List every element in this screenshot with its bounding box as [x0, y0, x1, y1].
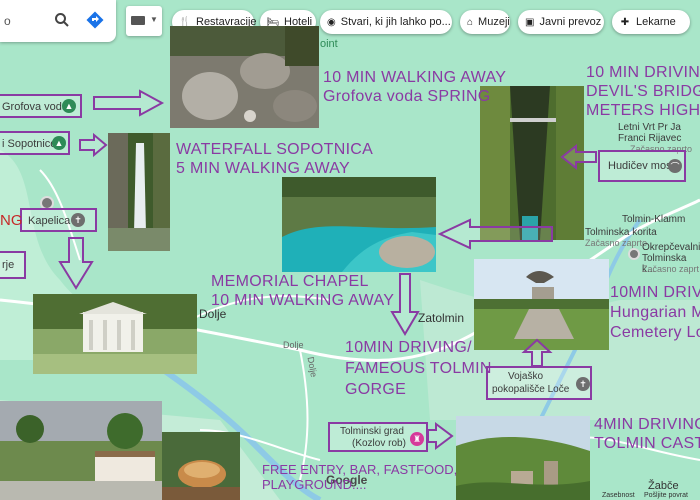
cemetery-annotation-line2: Hungarian M — [610, 304, 700, 321]
castle-annotation-line2: TOLMIN CASTL — [594, 435, 700, 452]
map-canvas[interactable]: o ▼ 🍴 Restavracije 🛏 Hoteli ◉ Stvari, ki jih … — [0, 0, 700, 500]
free-entry-line2: PLAYGROUND.... — [262, 477, 367, 492]
free-entry-annotation: FREE ENTRY, BAR, FASTFOOD, PLAYGROUND...… — [262, 462, 457, 492]
spring-annotation-line1: 10 MIN WALKING AWAY — [323, 69, 507, 86]
cemetery-annotation: 10MIN DRIV Hungarian M Cemetery Lo — [610, 283, 700, 343]
gorge-annotation-line1: 10MIN DRIVING/ — [345, 339, 472, 356]
gorge-annotation-line3: GORGE — [345, 381, 407, 398]
arrow-to-waterfall — [79, 132, 108, 158]
spring-annotation: 10 MIN WALKING AWAY Grofova voda SPRING — [323, 68, 506, 106]
bridge-annotation-line2: DEVIL'S BRIDGE — [586, 83, 700, 100]
arrow-to-cemetery — [521, 338, 553, 367]
cemetery-annotation-line3: Cemetery Lo — [610, 324, 700, 341]
waterfall-annotation-line2: 5 MIN WALKING AWAY — [176, 160, 351, 177]
bridge-annotation: 10 MIN DRIVING DEVIL'S BRIDGE METERS HIG… — [586, 63, 700, 120]
bridge-annotation-line3: METERS HIGH — [586, 102, 700, 119]
chapel-annotation-line1: MEMORIAL CHAPEL — [211, 273, 369, 290]
cemetery-annotation-line1: 10MIN DRIV — [610, 284, 700, 301]
arrow-to-bridge — [560, 143, 597, 171]
free-entry-line1: FREE ENTRY, BAR, FASTFOOD, — [262, 462, 458, 477]
arrow-from-gorge — [437, 218, 553, 250]
chapel-annotation: MEMORIAL CHAPEL 10 MIN WALKING AWAY — [211, 272, 394, 310]
castle-annotation-line1: 4MIN DRIVING — [594, 416, 700, 433]
bridge-annotation-line1: 10 MIN DRIVING — [586, 64, 700, 81]
waterfall-annotation-line1: WATERFALL SOPOTNICA — [176, 141, 374, 158]
chapel-annotation-line2: 10 MIN WALKING AWAY — [211, 292, 395, 309]
arrow-to-spring — [93, 89, 165, 117]
arrow-to-castle — [427, 422, 454, 450]
castle-annotation: 4MIN DRIVING TOLMIN CASTL — [594, 415, 700, 453]
gorge-annotation: 10MIN DRIVING/ FAMEOUS TOLMIN GORGE — [345, 337, 492, 400]
arrow-to-chapel — [58, 237, 94, 290]
gorge-annotation-line2: FAMEOUS TOLMIN — [345, 360, 492, 377]
arrow-down-gorge — [390, 273, 420, 336]
waterfall-annotation: WATERFALL SOPOTNICA 5 MIN WALKING AWAY — [176, 140, 373, 178]
spring-annotation-line2: Grofova voda SPRING — [323, 88, 491, 105]
